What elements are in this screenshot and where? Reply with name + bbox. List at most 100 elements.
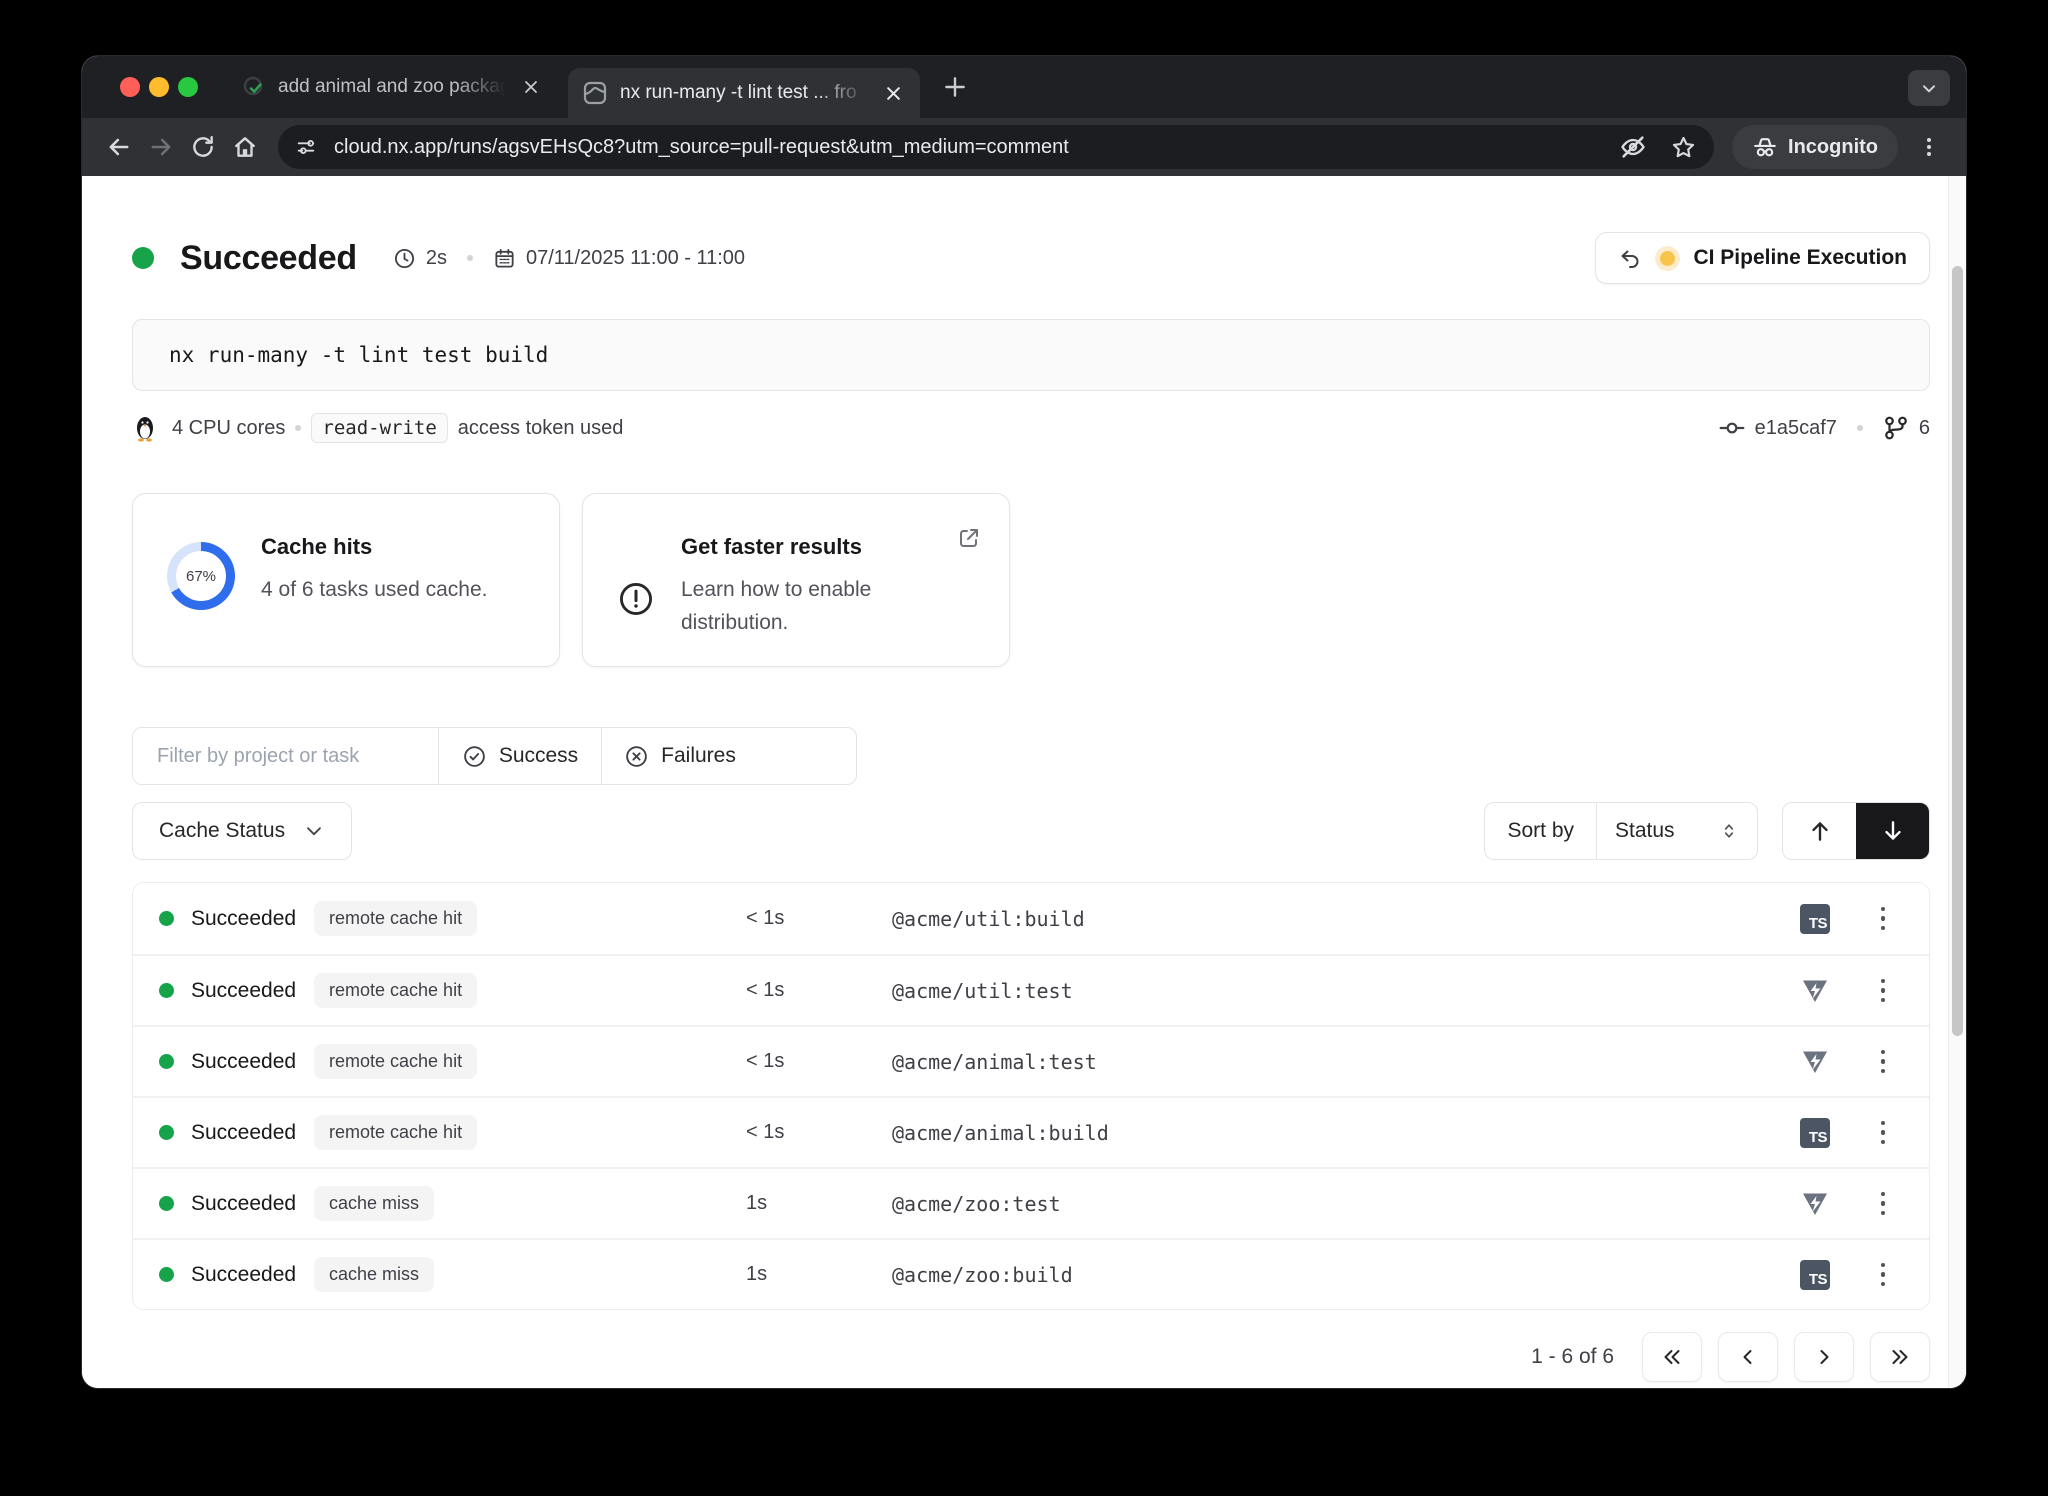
browser-menu-icon[interactable] (1908, 126, 1950, 168)
branch-fork-icon (1883, 415, 1909, 441)
row-menu-icon[interactable] (1873, 1042, 1894, 1082)
commit-icon (1719, 415, 1745, 441)
cache-status-badge: remote cache hit (314, 973, 477, 1008)
previous-page-button[interactable] (1718, 1332, 1778, 1382)
row-menu-icon[interactable] (1873, 899, 1894, 939)
sort-ascending-button[interactable] (1783, 803, 1856, 859)
sort-descending-button[interactable] (1856, 803, 1929, 859)
new-tab-button[interactable] (938, 70, 972, 104)
filter-input[interactable] (133, 728, 438, 784)
task-name[interactable]: @acme/zoo:build (892, 1263, 1775, 1287)
tab-title: nx run-many -t lint test ... fro (620, 82, 868, 104)
filter-bar: Success Failures (132, 727, 857, 785)
ci-pipeline-execution-button[interactable]: CI Pipeline Execution (1595, 232, 1930, 284)
task-name[interactable]: @acme/util:test (892, 979, 1775, 1003)
cache-status-badge: cache miss (314, 1257, 434, 1292)
maximize-window-button[interactable] (178, 77, 198, 97)
bookmark-star-icon[interactable] (1662, 126, 1704, 168)
cpu-cores-text: 4 CPU cores (172, 417, 285, 440)
sort-by-label: Sort by (1485, 803, 1597, 859)
typescript-icon: TS (1800, 1260, 1830, 1290)
last-page-button[interactable] (1870, 1332, 1930, 1382)
home-icon[interactable] (224, 126, 266, 168)
tab-close-icon[interactable] (518, 74, 544, 100)
row-menu-icon[interactable] (1873, 1113, 1894, 1153)
linux-penguin-icon (132, 414, 158, 442)
cache-hits-card[interactable]: 67% Cache hits 4 of 6 tasks used cache. (132, 493, 560, 667)
branch-count[interactable]: 6 (1919, 417, 1930, 440)
reload-icon[interactable] (182, 126, 224, 168)
row-menu-icon[interactable] (1873, 1255, 1894, 1295)
row-menu-icon[interactable] (1873, 971, 1894, 1011)
pagination-label: 1 - 6 of 6 (1531, 1345, 1614, 1369)
cache-hits-percent: 67% (186, 568, 216, 585)
sort-direction-toggle (1782, 802, 1930, 860)
next-page-button[interactable] (1794, 1332, 1854, 1382)
task-row[interactable]: Succeeded remote cache hit < 1s @acme/ut… (133, 883, 1929, 954)
task-row[interactable]: Succeeded remote cache hit < 1s @acme/an… (133, 1025, 1929, 1096)
task-status-label: Succeeded (191, 1050, 314, 1074)
site-settings-icon[interactable] (288, 131, 324, 163)
task-status-label: Succeeded (191, 979, 314, 1003)
browser-window: add animal and zoo packages nx run-many … (82, 56, 1966, 1388)
external-link-icon[interactable] (957, 526, 981, 550)
sort-field-value: Status (1615, 819, 1675, 843)
run-command-text: nx run-many -t lint test build (169, 343, 548, 367)
github-check-icon (242, 75, 266, 99)
tab-list-chevron-button[interactable] (1908, 70, 1950, 106)
commit-sha[interactable]: e1a5caf7 (1755, 417, 1837, 440)
faster-results-body[interactable]: Learn how to enable distribution. (681, 574, 911, 639)
tab-pull-request[interactable]: add animal and zoo packages (228, 56, 558, 118)
clock-icon (393, 247, 416, 270)
typescript-icon: TS (1800, 904, 1830, 934)
filter-failures-label: Failures (661, 744, 736, 768)
check-circle-icon (462, 744, 487, 769)
task-name[interactable]: @acme/zoo:test (892, 1192, 1775, 1216)
back-icon[interactable] (98, 126, 140, 168)
first-page-button[interactable] (1642, 1332, 1702, 1382)
cache-status-dropdown[interactable]: Cache Status (132, 802, 352, 860)
get-faster-results-card[interactable]: Get faster results Learn how to enable d… (582, 493, 1010, 667)
cache-hits-donut: 67% (167, 542, 235, 610)
filter-success-label: Success (499, 744, 578, 768)
task-row[interactable]: Succeeded remote cache hit < 1s @acme/ut… (133, 954, 1929, 1025)
task-name[interactable]: @acme/util:build (892, 907, 1775, 931)
address-bar[interactable]: cloud.nx.app/runs/agsvEHsQc8?utm_source=… (278, 125, 1714, 169)
close-window-button[interactable] (120, 77, 140, 97)
cache-status-badge: remote cache hit (314, 901, 477, 936)
task-status-dot (159, 911, 174, 926)
task-status-dot (159, 1196, 174, 1211)
task-name[interactable]: @acme/animal:test (892, 1050, 1775, 1074)
task-name[interactable]: @acme/animal:build (892, 1121, 1775, 1145)
filter-failures-button[interactable]: Failures (601, 728, 758, 784)
run-status-dot (132, 247, 154, 269)
page-scrollbar[interactable] (1948, 176, 1966, 1388)
url-text[interactable]: cloud.nx.app/runs/agsvEHsQc8?utm_source=… (334, 136, 1612, 159)
calendar-icon (493, 247, 516, 270)
task-row[interactable]: Succeeded remote cache hit < 1s @acme/an… (133, 1096, 1929, 1167)
scrollbar-thumb[interactable] (1952, 266, 1963, 1036)
run-meta-row: 4 CPU cores read-write access token used… (132, 413, 1930, 443)
list-controls: Cache Status Sort by Status (132, 802, 1930, 860)
minimize-window-button[interactable] (149, 77, 169, 97)
incognito-icon (1752, 134, 1778, 160)
faster-results-title: Get faster results (681, 534, 911, 560)
tab-close-icon[interactable] (880, 80, 906, 106)
task-duration: 1s (746, 1192, 892, 1215)
task-status-label: Succeeded (191, 907, 314, 931)
tab-nx-run[interactable]: nx run-many -t lint test ... fro (568, 68, 920, 118)
separator-dot (467, 255, 473, 261)
eye-off-icon[interactable] (1612, 126, 1654, 168)
forward-icon[interactable] (140, 126, 182, 168)
sort-field-select[interactable]: Status (1597, 803, 1757, 859)
task-row[interactable]: Succeeded cache miss 1s @acme/zoo:test T… (133, 1167, 1929, 1238)
incognito-badge: Incognito (1732, 125, 1898, 169)
task-row[interactable]: Succeeded cache miss 1s @acme/zoo:build … (133, 1238, 1929, 1309)
task-status-label: Succeeded (191, 1263, 314, 1287)
vitest-icon (1800, 1047, 1830, 1077)
row-menu-icon[interactable] (1873, 1184, 1894, 1224)
tab-strip: add animal and zoo packages nx run-many … (82, 56, 1966, 118)
filter-success-button[interactable]: Success (438, 728, 601, 784)
access-token-text: access token used (458, 417, 624, 440)
select-chevrons-icon (1719, 821, 1739, 841)
